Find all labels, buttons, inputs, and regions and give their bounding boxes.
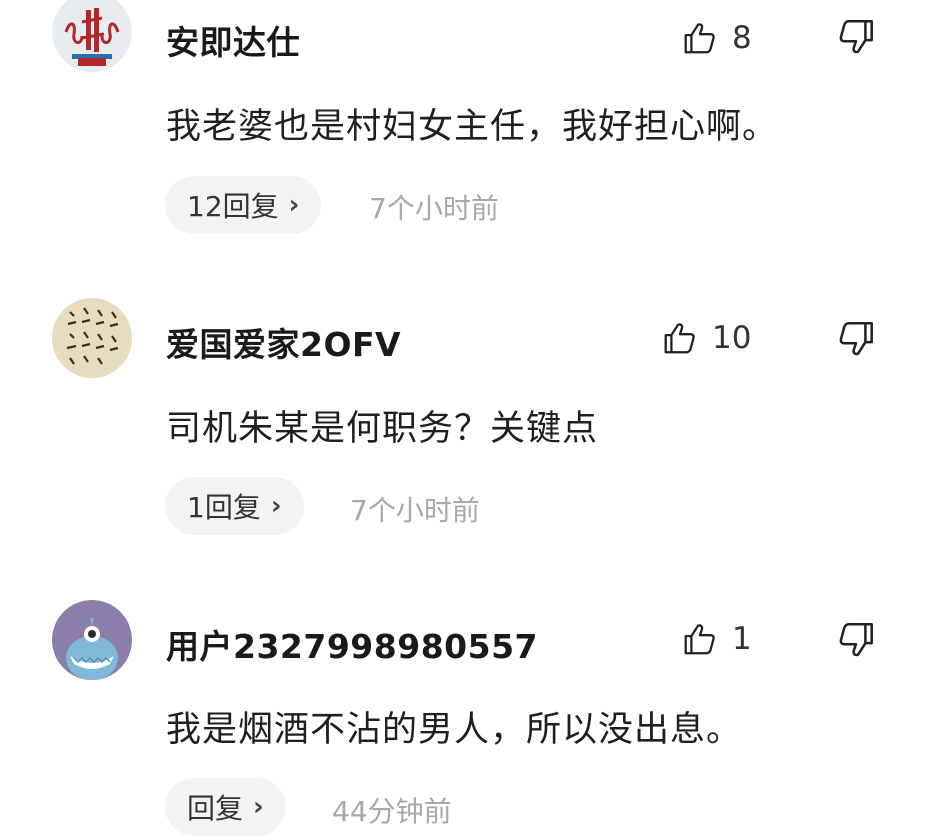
chevron-right-icon: ›	[270, 491, 282, 521]
reply-button[interactable]: 1回复 ›	[165, 477, 304, 535]
like-button[interactable]: 1	[680, 615, 752, 663]
thumbs-up-icon	[664, 323, 695, 354]
comment-time: 7个小时前	[369, 192, 499, 225]
avatar[interactable]	[52, 0, 132, 72]
reply-button[interactable]: 回复 ›	[165, 778, 286, 836]
thumbs-up-icon	[684, 23, 715, 54]
chevron-right-icon: ›	[253, 792, 264, 822]
username[interactable]: 安即达仕	[166, 16, 300, 64]
thumbs-down-icon[interactable]	[836, 619, 878, 661]
username[interactable]: 用户2327998980557	[166, 620, 538, 668]
reply-label: 12回复	[187, 190, 279, 223]
like-count: 1	[732, 621, 752, 657]
username[interactable]: 爱国爱家2OFV	[166, 318, 401, 366]
comment-time: 44分钟前	[332, 795, 452, 828]
avatar[interactable]	[52, 298, 132, 378]
calligraphy-seal-avatar	[52, 0, 132, 72]
comment-text: 我是烟酒不沾的男人，所以没出息。	[166, 710, 743, 750]
reply-button[interactable]: 12回复 ›	[165, 176, 322, 234]
thumbs-down-icon[interactable]	[836, 16, 878, 58]
like-button[interactable]: 10	[660, 314, 751, 362]
like-button[interactable]: 8	[680, 14, 752, 62]
blue-monster-avatar	[52, 600, 132, 680]
thumbs-down-icon[interactable]	[836, 318, 878, 360]
reply-label: 1回复	[187, 491, 261, 524]
reply-label: 回复	[187, 792, 244, 825]
comment-text: 我老婆也是村妇女主任，我好担心啊。	[166, 107, 779, 147]
like-count: 8	[732, 20, 752, 56]
calligraphy-scroll-avatar	[52, 298, 132, 378]
like-count: 10	[712, 320, 752, 356]
thumbs-up-icon	[684, 624, 715, 655]
comment-text: 司机朱某是何职务？关键点	[166, 409, 599, 449]
comment-time: 7个小时前	[350, 494, 480, 527]
avatar[interactable]	[52, 600, 132, 680]
chevron-right-icon: ›	[288, 190, 300, 220]
